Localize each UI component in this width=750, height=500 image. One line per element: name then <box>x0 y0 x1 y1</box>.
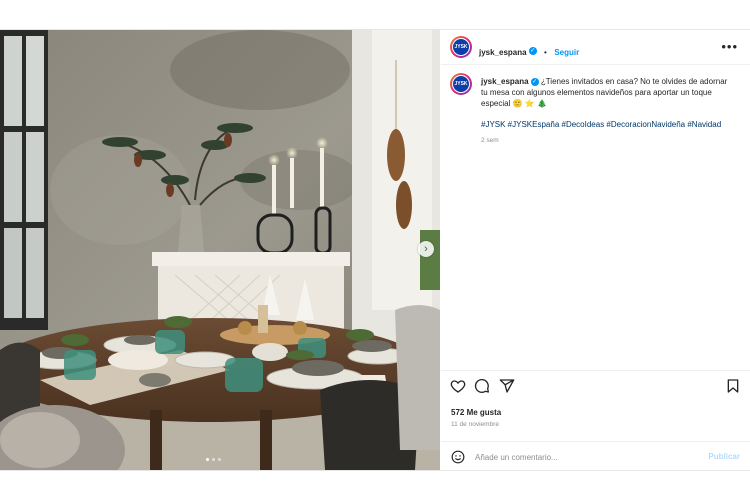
publish-button[interactable]: Publicar <box>708 452 740 461</box>
paper-plane-icon[interactable] <box>499 378 515 394</box>
likes-count[interactable]: 572 Me gusta <box>451 408 501 417</box>
chevron-right-icon: › <box>424 243 428 255</box>
username-link[interactable]: jysk_espana <box>479 48 527 57</box>
separator-dot: • <box>544 48 547 57</box>
brand-logo: JYSK <box>453 76 469 92</box>
verified-badge-icon: ✓ <box>530 77 539 86</box>
dining-table-photo <box>0 30 440 470</box>
time-ago: 2 sem <box>481 137 499 144</box>
carousel-next-button[interactable]: › <box>418 241 434 257</box>
hashtags[interactable]: #JYSK #JYSKEspaña #DecoIdeas #Decoracion… <box>481 119 736 130</box>
more-options-icon[interactable]: ••• <box>721 39 738 54</box>
brand-logo: JYSK <box>453 39 469 55</box>
carousel-dot <box>218 458 221 461</box>
comment-icon[interactable] <box>474 378 490 394</box>
caption: jysk_espana ✓ ¿Tienes invitados en casa? … <box>481 76 736 146</box>
post-image[interactable]: › <box>0 30 440 470</box>
carousel-dot <box>212 458 215 461</box>
carousel-indicator <box>206 458 221 461</box>
comment-input[interactable] <box>475 450 695 464</box>
action-bar: 572 Me gusta 11 de noviembre Publicar <box>441 370 750 471</box>
instagram-post: › JYSK jysk_espana ✓ • Seguir ••• JYSK j… <box>0 29 750 471</box>
verified-badge-icon: ✓ <box>528 46 537 55</box>
post-date: 11 de noviembre <box>451 421 499 428</box>
header-user: jysk_espana ✓ • Seguir <box>479 42 579 60</box>
carousel-dot <box>206 458 209 461</box>
caption-username-link[interactable]: jysk_espana <box>481 77 529 86</box>
bookmark-icon[interactable] <box>725 378 741 394</box>
follow-button[interactable]: Seguir <box>554 48 579 57</box>
post-header: JYSK jysk_espana ✓ • Seguir ••• <box>441 30 750 65</box>
comment-bar: Publicar <box>441 441 750 472</box>
post-sidebar: JYSK jysk_espana ✓ • Seguir ••• JYSK jysk… <box>441 30 750 470</box>
heart-icon[interactable] <box>450 378 466 394</box>
avatar[interactable]: JYSK <box>450 36 472 58</box>
emoji-icon[interactable] <box>451 450 465 464</box>
caption-avatar[interactable]: JYSK <box>450 73 472 95</box>
